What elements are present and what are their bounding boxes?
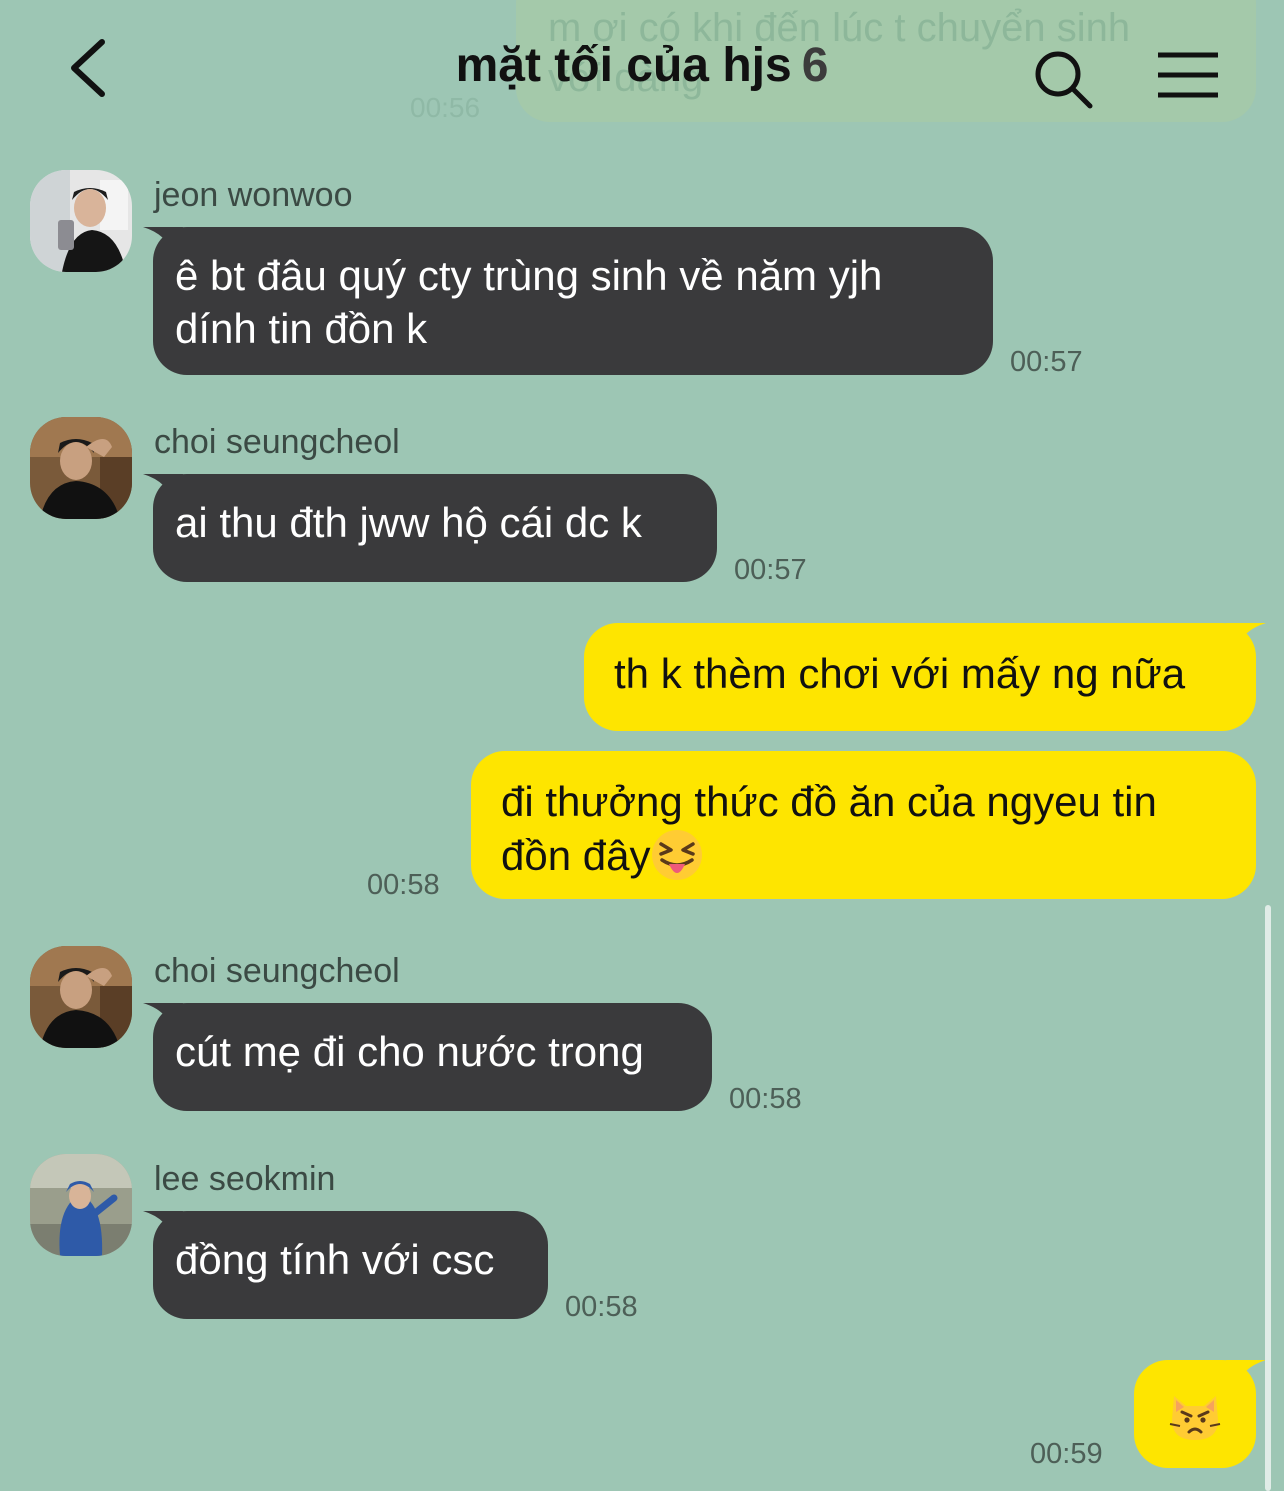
bubble-tail bbox=[143, 1211, 183, 1241]
message-bubble-incoming[interactable]: ai thu đth jww hộ cái dc k bbox=[143, 474, 717, 582]
bubble-tail bbox=[143, 474, 183, 504]
message-time: 00:57 bbox=[1010, 346, 1083, 378]
pouting-cat-face-icon bbox=[1169, 1396, 1221, 1440]
chat-title-text: mặt tối của hjs bbox=[455, 39, 792, 92]
message-text-line1: đi thưởng thức đồ ăn của ngyeu tin bbox=[501, 778, 1157, 825]
chat-screen: m ơi có khi đến lúc t chuyển sinh với dà… bbox=[0, 0, 1284, 1491]
search-icon[interactable] bbox=[1032, 48, 1096, 112]
message-text-line2: dính tin đồn k bbox=[175, 305, 428, 352]
message-bubble-outgoing[interactable]: đi thưởng thức đồ ăn của ngyeu tin đồn đ… bbox=[471, 751, 1256, 899]
avatar-choi-seungcheol[interactable] bbox=[30, 946, 132, 1048]
sender-name: lee seokmin bbox=[154, 1160, 336, 1198]
squinting-tongue-face-icon bbox=[652, 830, 703, 880]
message-time: 00:59 bbox=[1030, 1438, 1103, 1470]
bubble-tail bbox=[143, 1003, 183, 1033]
message-text-line1: ê bt đâu quý cty trùng sinh về năm yjh bbox=[175, 252, 883, 299]
member-count: 6 bbox=[801, 39, 829, 92]
message-bubble-outgoing[interactable] bbox=[1134, 1360, 1266, 1468]
message-time: 00:58 bbox=[367, 869, 440, 901]
avatar-jeon-wonwoo[interactable] bbox=[30, 170, 132, 272]
message-text: đồng tính với csc bbox=[175, 1236, 495, 1283]
previous-message-time: 00:56 bbox=[410, 92, 481, 123]
message-time: 00:57 bbox=[734, 554, 807, 586]
avatar-choi-seungcheol[interactable] bbox=[30, 417, 132, 519]
scrollbar[interactable] bbox=[1265, 905, 1271, 1491]
message-bubble-incoming[interactable]: cút mẹ đi cho nước trong bbox=[143, 1003, 712, 1111]
message-bubble-outgoing[interactable]: th k thèm chơi với mấy ng nữa bbox=[584, 623, 1266, 731]
message-text: ai thu đth jww hộ cái dc k bbox=[175, 499, 642, 546]
message-bubble-incoming[interactable]: ê bt đâu quý cty trùng sinh về năm yjh d… bbox=[143, 227, 993, 375]
bubble-tail bbox=[143, 227, 183, 257]
sender-name: jeon wonwoo bbox=[154, 176, 353, 214]
bubble-tail bbox=[1226, 1360, 1266, 1390]
sender-name: choi seungcheol bbox=[154, 423, 400, 461]
sender-name: choi seungcheol bbox=[154, 952, 400, 990]
message-text: cút mẹ đi cho nước trong bbox=[175, 1028, 644, 1075]
message-bubble-incoming[interactable]: đồng tính với csc bbox=[143, 1211, 548, 1319]
message-text-line2: đồn đây bbox=[501, 832, 651, 879]
avatar-lee-seokmin[interactable] bbox=[30, 1154, 132, 1256]
menu-icon[interactable] bbox=[1156, 50, 1220, 100]
message-text: th k thèm chơi với mấy ng nữa bbox=[614, 650, 1186, 697]
message-time: 00:58 bbox=[729, 1083, 802, 1115]
bubble-tail bbox=[1226, 623, 1266, 653]
message-time: 00:58 bbox=[565, 1291, 638, 1323]
